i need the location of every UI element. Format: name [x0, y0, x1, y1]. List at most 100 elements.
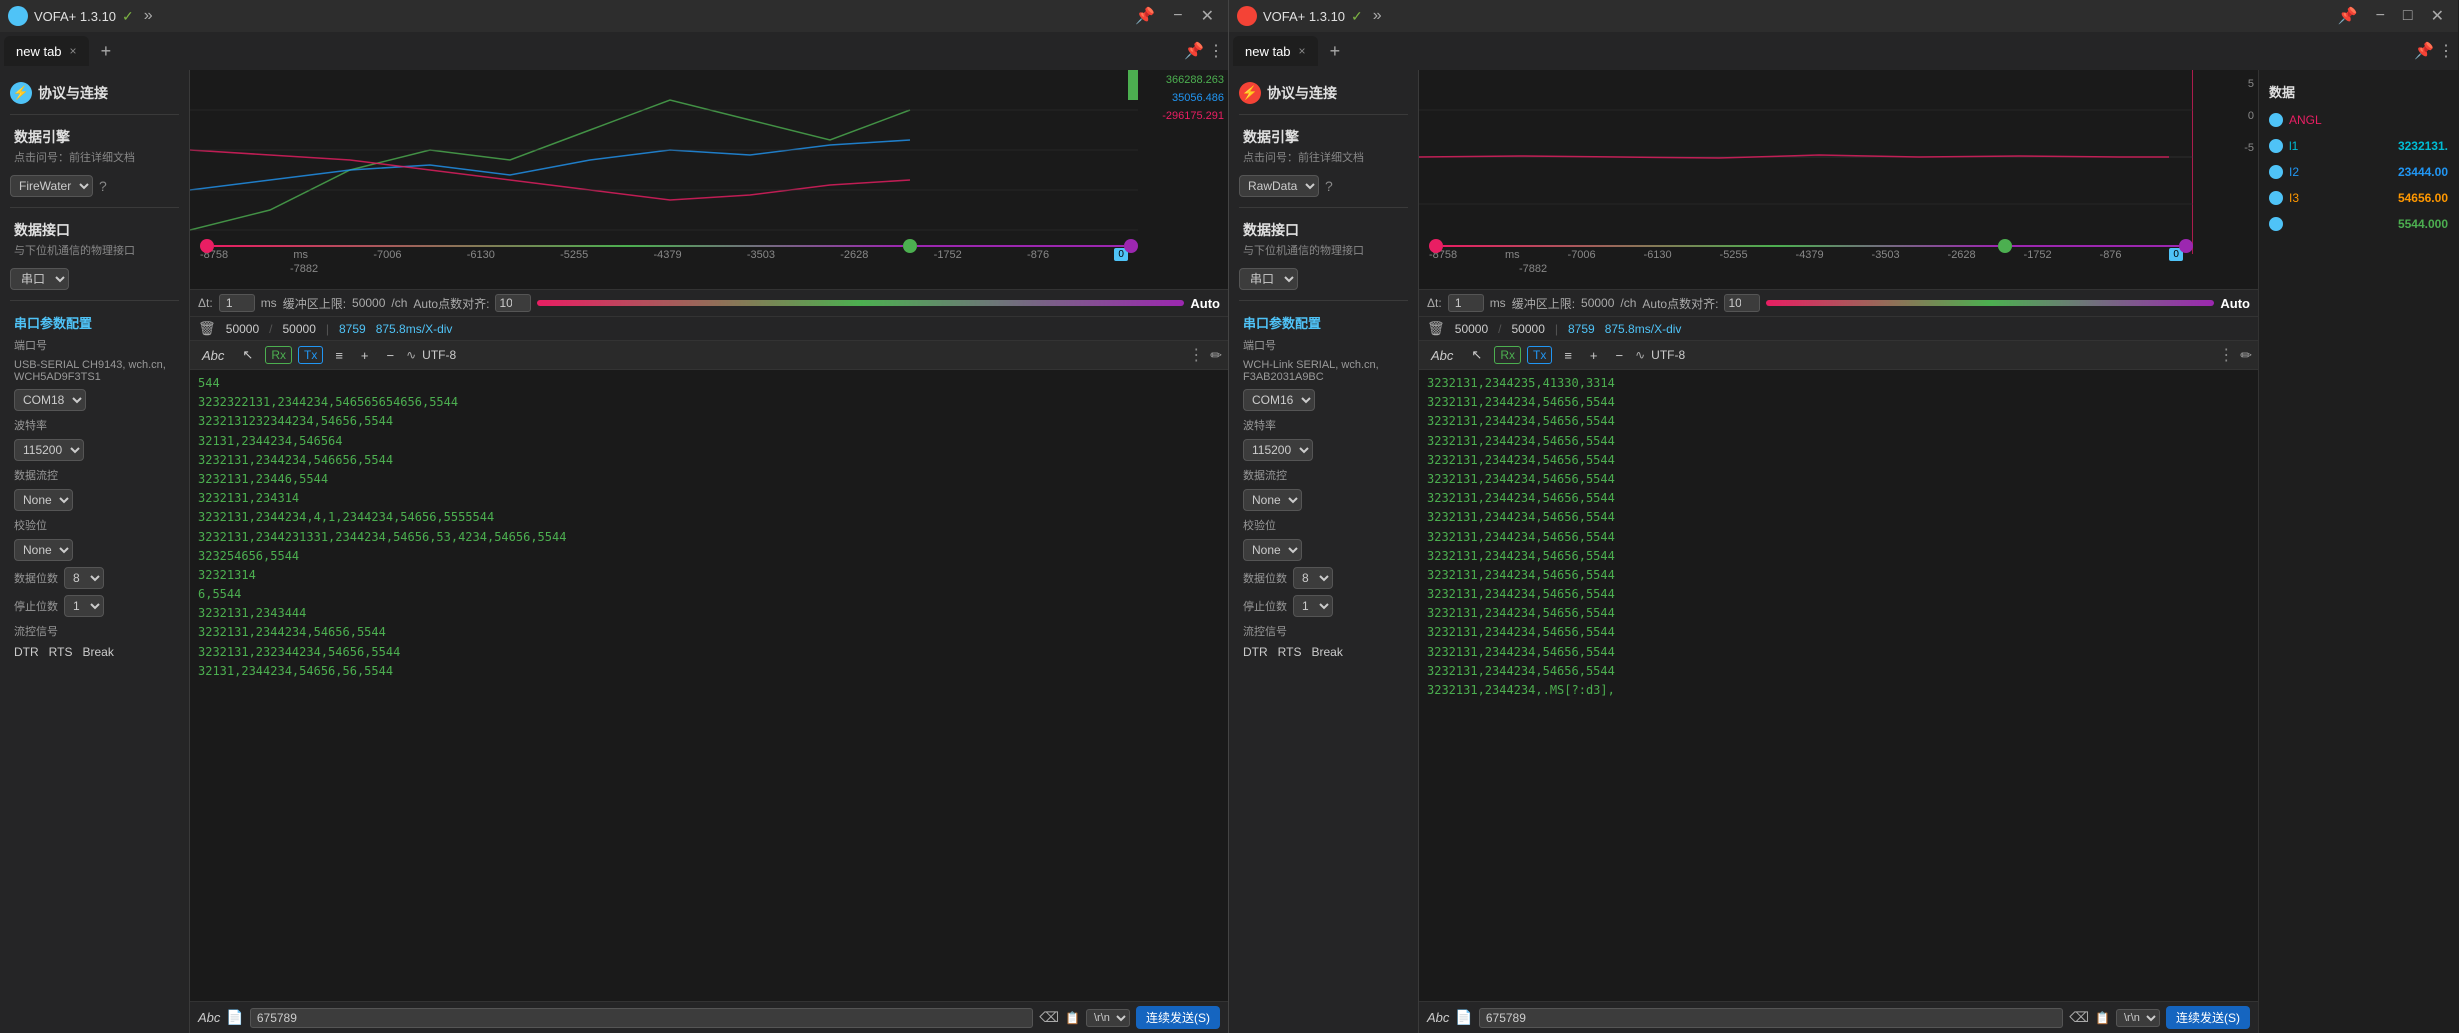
- right-serial-abc-btn[interactable]: Abc: [1427, 1010, 1449, 1025]
- left-stb-rx[interactable]: Rx: [265, 346, 292, 364]
- right-slider-track[interactable]: [1443, 245, 1998, 247]
- right-toggle-angl[interactable]: [2269, 113, 2283, 127]
- right-serial-config-title[interactable]: 串口参数配置: [1229, 307, 1418, 334]
- left-pin-btn[interactable]: 📌: [1129, 4, 1161, 28]
- right-parity-select[interactable]: None: [1243, 539, 1302, 561]
- right-stb-tx[interactable]: Tx: [1527, 346, 1552, 364]
- left-auto-points-input[interactable]: [495, 294, 531, 312]
- left-stb-cursor[interactable]: ↖: [236, 345, 259, 365]
- right-close-btn[interactable]: ✕: [2425, 4, 2450, 28]
- right-serial-file-btn[interactable]: 📄: [1455, 1009, 1472, 1026]
- left-serial-clear-btn[interactable]: ⌫: [1039, 1009, 1059, 1026]
- right-serial-output[interactable]: 3232131,2344235,41330,3314 3232131,23442…: [1419, 370, 2258, 1001]
- right-delta-t-input[interactable]: [1448, 294, 1484, 312]
- left-slider-dot-mid[interactable]: [903, 239, 917, 253]
- left-serial-copy-btn[interactable]: 📋: [1065, 1011, 1080, 1025]
- left-stb-eraser[interactable]: ✏: [1210, 347, 1222, 364]
- right-port-select[interactable]: COM16: [1243, 389, 1315, 411]
- left-serial-abc-btn[interactable]: Abc: [198, 1010, 220, 1025]
- right-databits-row: 数据位数 8: [1229, 564, 1418, 592]
- right-serial-copy-btn[interactable]: 📋: [2095, 1011, 2110, 1025]
- left-stb-minus[interactable]: −: [381, 346, 401, 365]
- right-max-btn[interactable]: □: [2397, 5, 2419, 27]
- left-stb-align[interactable]: ≡: [329, 346, 349, 365]
- left-tab-menu[interactable]: ⋮: [1208, 41, 1224, 61]
- left-serial-file-btn[interactable]: 📄: [226, 1009, 243, 1026]
- left-slider-dot-left[interactable]: [200, 239, 214, 253]
- left-help-icon[interactable]: ?: [99, 178, 107, 194]
- left-tab-add[interactable]: +: [93, 37, 120, 66]
- right-tab-pin[interactable]: 📌: [2414, 41, 2434, 61]
- left-tab-newtab[interactable]: new tab ×: [4, 36, 89, 66]
- right-stb-plus[interactable]: +: [1584, 346, 1604, 365]
- right-stb-minus[interactable]: −: [1610, 346, 1630, 365]
- left-baud-select[interactable]: 115200: [14, 439, 84, 461]
- right-stb-align[interactable]: ≡: [1558, 346, 1578, 365]
- right-stopbits-select[interactable]: 1: [1293, 595, 1333, 617]
- right-slider-dot-left[interactable]: [1429, 239, 1443, 253]
- right-tab-close[interactable]: ×: [1299, 44, 1306, 58]
- left-check-icon: ✓: [122, 8, 134, 25]
- left-delta-t-input[interactable]: [219, 294, 255, 312]
- left-serial-config-title[interactable]: 串口参数配置: [0, 307, 189, 334]
- left-stb-abc[interactable]: Abc: [196, 346, 230, 365]
- left-stb-plus[interactable]: +: [355, 346, 375, 365]
- right-dots-icon[interactable]: »: [1373, 7, 1382, 25]
- left-stb-dots[interactable]: ⋮: [1188, 345, 1204, 365]
- left-chart-slider[interactable]: [200, 239, 1138, 253]
- left-flow-label: 数据流控: [14, 467, 58, 483]
- right-serial-clear-btn[interactable]: ⌫: [2069, 1009, 2089, 1026]
- right-chart-slider[interactable]: [1429, 239, 2193, 253]
- left-close-btn[interactable]: ✕: [1195, 4, 1220, 28]
- left-min-btn[interactable]: −: [1167, 5, 1188, 27]
- right-help-icon[interactable]: ?: [1325, 178, 1333, 194]
- left-port-select[interactable]: COM18: [14, 389, 86, 411]
- left-tab-close[interactable]: ×: [70, 44, 77, 58]
- left-baud-select-row: 115200: [0, 436, 189, 464]
- right-stb-rx[interactable]: Rx: [1494, 346, 1521, 364]
- right-baud-select[interactable]: 115200: [1243, 439, 1313, 461]
- right-stb-eraser[interactable]: ✏: [2240, 347, 2252, 364]
- right-toggle-i2[interactable]: [2269, 165, 2283, 179]
- right-tab-add[interactable]: +: [1322, 37, 1349, 66]
- left-stb-tx[interactable]: Tx: [298, 346, 323, 364]
- right-stb-abc[interactable]: Abc: [1425, 346, 1459, 365]
- right-toggle-i1[interactable]: [2269, 139, 2283, 153]
- right-serial-send-btn[interactable]: 连续发送(S): [2166, 1006, 2250, 1029]
- right-port-type-select[interactable]: 串口: [1239, 268, 1298, 290]
- left-slider-dot-right[interactable]: [1124, 239, 1138, 253]
- right-serial-input-field[interactable]: [1479, 1008, 2063, 1028]
- left-tab-pin[interactable]: 📌: [1184, 41, 1204, 61]
- right-toggle-i3[interactable]: [2269, 191, 2283, 205]
- left-flow-select[interactable]: None: [14, 489, 73, 511]
- right-trash-icon[interactable]: 🗑: [1427, 320, 1445, 337]
- right-stb-cursor[interactable]: ↖: [1465, 345, 1488, 365]
- right-toolbar-slider[interactable]: [1766, 300, 2214, 306]
- right-stb-dots[interactable]: ⋮: [2218, 345, 2234, 365]
- right-toggle-i4[interactable]: [2269, 217, 2283, 231]
- left-databits-select[interactable]: 8: [64, 567, 104, 589]
- left-port-type-select[interactable]: 串口: [10, 268, 69, 290]
- left-fw-select[interactable]: FireWater: [10, 175, 93, 197]
- right-serial-newline-select[interactable]: \r\n: [2116, 1009, 2160, 1027]
- right-tab-newtab[interactable]: new tab ×: [1233, 36, 1318, 66]
- left-slider-track[interactable]: [214, 245, 903, 247]
- left-trash-icon[interactable]: 🗑: [198, 320, 216, 337]
- right-auto-points-input[interactable]: [1724, 294, 1760, 312]
- left-serial-input-field[interactable]: [250, 1008, 1033, 1028]
- left-serial-newline-select[interactable]: \r\n: [1086, 1009, 1130, 1027]
- left-parity-select[interactable]: None: [14, 539, 73, 561]
- left-serial-send-btn[interactable]: 连续发送(S): [1136, 1006, 1220, 1029]
- right-pin-btn[interactable]: 📌: [2332, 4, 2364, 28]
- right-fw-select[interactable]: RawData: [1239, 175, 1319, 197]
- left-dots-icon[interactable]: »: [144, 7, 153, 25]
- right-flow-select[interactable]: None: [1243, 489, 1302, 511]
- right-slider-dot-right[interactable]: [2179, 239, 2193, 253]
- left-serial-output[interactable]: 544 3232322131,2344234,546565654656,5544…: [190, 370, 1228, 1001]
- right-databits-select[interactable]: 8: [1293, 567, 1333, 589]
- left-toolbar-slider[interactable]: [537, 300, 1184, 306]
- right-slider-dot-mid[interactable]: [1998, 239, 2012, 253]
- right-min-btn[interactable]: −: [2370, 5, 2391, 27]
- right-tab-menu[interactable]: ⋮: [2438, 41, 2454, 61]
- left-stopbits-select[interactable]: 1: [64, 595, 104, 617]
